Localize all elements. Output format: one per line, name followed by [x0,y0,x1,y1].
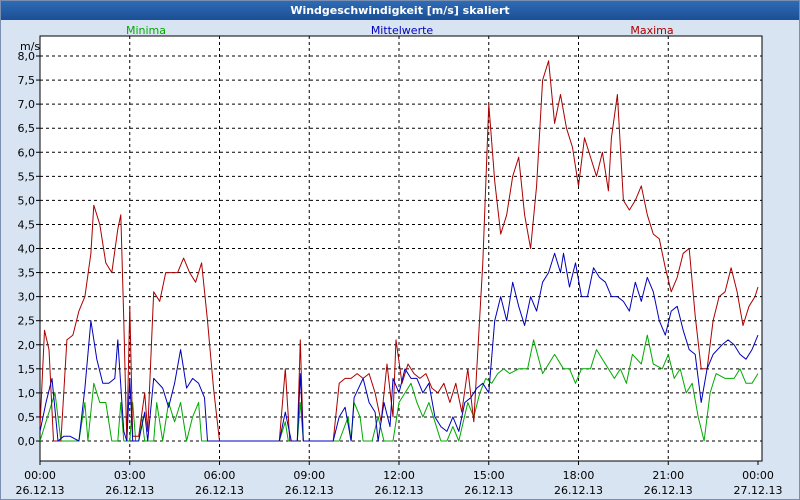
y-tick-label: 4,0 [18,243,36,256]
x-tick-time: 03:00 [114,469,146,482]
y-tick-label: 3,0 [18,291,36,304]
y-axis: 0,0 0,5 1,0 1,5 2,0 2,5 3,0 3,5 4,0 4,5 5,0 5,5 6,0 6… [18,50,40,448]
y-tick-label: 4,5 [18,218,36,231]
x-tick-date: 26.12.13 [554,484,603,497]
y-tick-label: 3,5 [18,267,36,280]
x-tick-date: 27.12.13 [734,484,783,497]
y-tick-label: 6,0 [18,146,36,159]
wind-speed-chart: 0,0 0,5 1,0 1,5 2,0 2,5 3,0 3,5 4,0 4,5 5,0 5,5 6,0 6… [16,24,783,497]
legend: Minima Mittelwerte Maxima [126,24,674,37]
y-tick-label: 7,5 [18,74,36,87]
y-tick-label: 1,0 [18,387,36,400]
x-tick-time: 00:00 [24,469,56,482]
y-axis-label: m/s [20,40,40,53]
y-tick-label: 1,5 [18,363,36,376]
y-tick-label: 6,5 [18,122,36,135]
x-tick-time: 09:00 [293,469,325,482]
x-tick-date: 26.12.13 [105,484,154,497]
x-tick-time: 06:00 [204,469,236,482]
x-tick-time: 21:00 [652,469,684,482]
x-tick-date: 26.12.13 [285,484,334,497]
y-tick-label: 5,5 [18,170,36,183]
y-tick-label: 0,5 [18,411,36,424]
x-tick-time: 15:00 [473,469,505,482]
x-tick-date: 26.12.13 [195,484,244,497]
y-tick-label: 2,0 [18,339,36,352]
legend-minima: Minima [126,24,166,37]
x-tick-time: 12:00 [383,469,415,482]
x-tick-date: 26.12.13 [644,484,693,497]
y-tick-label: 7,0 [18,98,36,111]
x-tick-time: 18:00 [563,469,595,482]
x-tick-time: 00:00 [742,469,774,482]
legend-mittelwerte: Mittelwerte [371,24,434,37]
legend-maxima: Maxima [630,24,673,37]
x-tick-date: 26.12.13 [375,484,424,497]
y-tick-label: 0,0 [18,435,36,448]
y-tick-label: 2,5 [18,315,36,328]
x-tick-date: 26.12.13 [464,484,513,497]
x-tick-date: 26.12.13 [16,484,65,497]
y-tick-label: 5,0 [18,194,36,207]
x-axis: 00:00 26.12.13 03:00 26.12.13 06:00 26.12.13 0… [16,461,783,497]
